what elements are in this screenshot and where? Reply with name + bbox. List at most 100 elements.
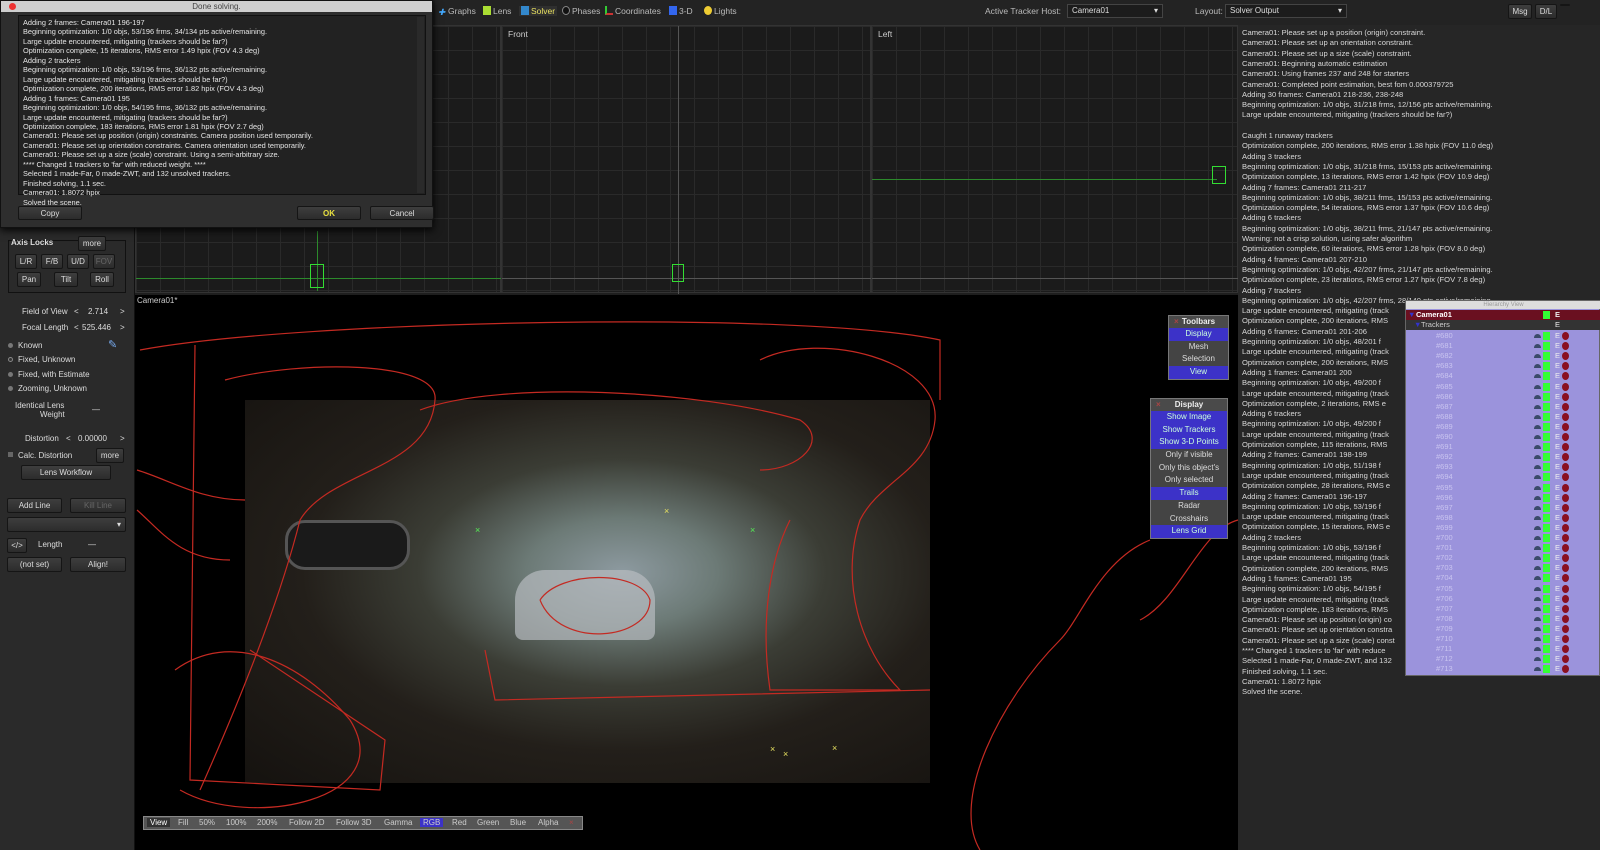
lock-icon[interactable] [1562,655,1569,664]
visibility-toggle[interactable] [1543,584,1550,593]
lock-icon[interactable] [1562,443,1569,452]
close-icon[interactable]: × [1156,399,1161,411]
eye-icon[interactable] [1534,586,1541,591]
eye-icon[interactable] [1534,485,1541,490]
display-toggle-lens-grid[interactable]: Lens Grid [1151,525,1227,538]
dialog-log-text[interactable]: Adding 2 frames: Camera01 196-197 Beginni… [18,15,426,207]
display-toggle-show-trackers[interactable]: Show Trackers [1151,423,1227,437]
visibility-toggle[interactable] [1543,422,1550,431]
eye-icon[interactable] [1534,374,1541,379]
edit-flag[interactable]: E [1555,533,1560,543]
gamma-button[interactable]: Gamma [384,818,412,827]
lock-icon[interactable] [1562,564,1569,573]
visibility-toggle[interactable] [1543,594,1550,603]
lock-icon[interactable] [1562,574,1569,583]
eye-icon[interactable] [1534,657,1541,662]
lock-icon[interactable] [1562,554,1569,563]
visibility-toggle[interactable] [1543,513,1550,522]
zoom-200-button[interactable]: 200% [257,818,277,827]
lock-icon[interactable] [1562,453,1569,462]
visibility-toggle[interactable] [1543,534,1550,542]
eye-icon[interactable] [1534,626,1541,631]
lock-icon[interactable] [1562,433,1569,441]
tracker-row[interactable]: #694 E [1406,472,1600,482]
visibility-toggle[interactable] [1543,493,1550,502]
eye-icon[interactable] [1534,424,1541,429]
eye-icon[interactable] [1534,505,1541,510]
edit-flag[interactable]: E [1555,523,1560,533]
tracker-row[interactable]: #688 E [1406,412,1600,422]
eye-icon[interactable] [1534,596,1541,601]
tracker-row[interactable]: #684 E [1406,371,1600,381]
follow-3d-button[interactable]: Follow 3D [336,818,372,827]
eye-icon[interactable] [1534,435,1541,439]
edit-flag[interactable]: E [1555,432,1560,442]
edit-flag[interactable]: E [1555,553,1560,563]
visibility-toggle[interactable] [1543,443,1550,452]
lock-icon[interactable] [1562,503,1569,512]
tracker-row[interactable]: #713 E [1406,664,1600,674]
lock-icon[interactable] [1562,594,1569,603]
lock-icon[interactable] [1562,463,1569,472]
lock-icon[interactable] [1562,473,1569,482]
eye-icon[interactable] [1534,566,1541,571]
tracker-row[interactable]: #703 E [1406,563,1600,573]
copy-button[interactable]: Copy [18,206,82,220]
blue-button[interactable]: Blue [510,818,526,827]
edit-flag[interactable]: E [1555,614,1560,624]
display-toggle-only-if-visible[interactable]: Only if visible [1151,449,1227,462]
alpha-button[interactable]: Alpha [538,818,558,827]
eye-icon[interactable] [1534,606,1541,611]
visibility-toggle[interactable] [1543,604,1550,613]
visibility-toggle[interactable] [1543,392,1550,401]
view-button[interactable]: View [147,818,171,827]
lock-icon[interactable] [1562,402,1569,411]
lock-icon[interactable] [1562,342,1569,351]
lock-icon[interactable] [1562,665,1569,674]
edit-flag[interactable]: E [1555,361,1560,371]
tracker-row[interactable]: #697 E [1406,503,1600,513]
hierarchy-trackers-row[interactable]: ▼ Trackers E [1406,320,1600,330]
edit-flag[interactable]: E [1555,503,1560,513]
close-window-icon[interactable] [9,3,16,10]
visibility-toggle[interactable] [1543,544,1550,553]
eye-icon[interactable] [1534,495,1541,500]
edit-flag[interactable]: E [1555,382,1560,392]
tracker-row[interactable]: #695 E [1406,483,1600,493]
visibility-toggle[interactable] [1543,332,1550,340]
lock-icon[interactable] [1562,614,1569,623]
eye-icon[interactable] [1534,344,1541,349]
scrollbar[interactable] [417,17,424,193]
edit-flag[interactable]: E [1555,341,1560,351]
visibility-toggle[interactable] [1543,483,1550,492]
toolbar-toggle-selection[interactable]: Selection [1169,353,1228,367]
visibility-toggle[interactable] [1543,503,1550,512]
lock-icon[interactable] [1562,392,1569,401]
tracker-row[interactable]: #686 E [1406,392,1600,402]
lock-icon[interactable] [1562,584,1569,593]
tracker-row[interactable]: #698 E [1406,513,1600,523]
lock-icon[interactable] [1562,422,1569,431]
edit-flag[interactable]: E [1555,331,1560,341]
tracker-row[interactable]: #700 E [1406,533,1600,543]
tracker-row[interactable]: #707 E [1406,604,1600,614]
edit-flag[interactable]: E [1555,513,1560,523]
eye-icon[interactable] [1534,647,1541,652]
edit-flag[interactable]: E [1555,563,1560,573]
expand-triangle-icon[interactable]: ▼ [1408,310,1415,320]
follow-2d-button[interactable]: Follow 2D [289,818,325,827]
tracker-row[interactable]: #696 E [1406,493,1600,503]
edit-flag[interactable]: E [1555,624,1560,634]
edit-flag[interactable]: E [1555,654,1560,664]
tracker-row[interactable]: #681 E [1406,341,1600,351]
tracker-row[interactable]: #704 E [1406,573,1600,583]
visibility-toggle[interactable] [1543,564,1550,573]
hierarchy-camera-row[interactable]: ▼ Camera01 E [1406,310,1600,320]
green-button[interactable]: Green [477,818,499,827]
visibility-toggle[interactable] [1543,382,1550,391]
edit-flag[interactable]: E [1555,412,1560,422]
close-icon[interactable]: × [569,818,574,827]
display-toggle-crosshairs[interactable]: Crosshairs [1151,512,1227,526]
visibility-toggle[interactable] [1543,523,1550,532]
tracker-row[interactable]: #689 E [1406,422,1600,432]
